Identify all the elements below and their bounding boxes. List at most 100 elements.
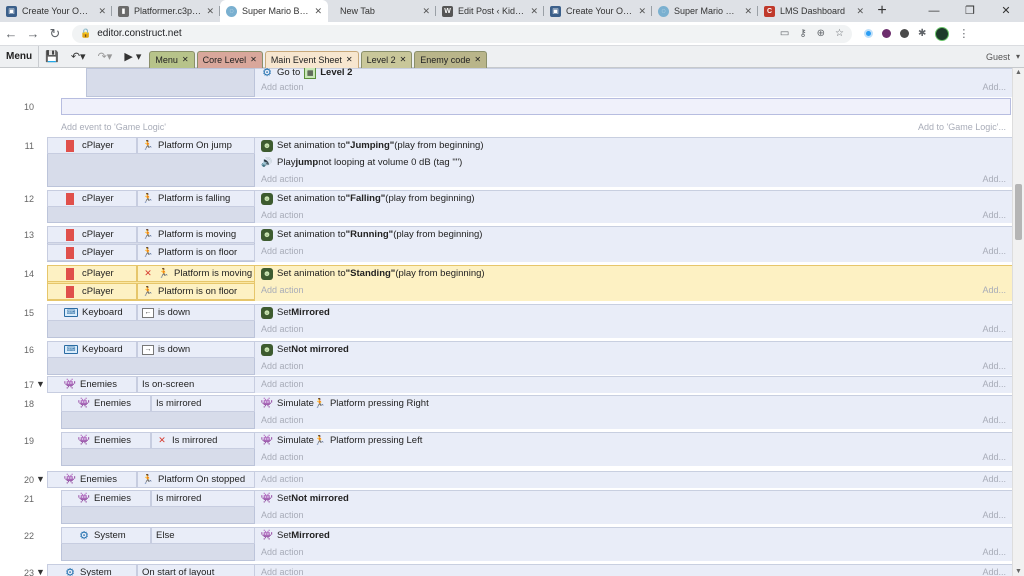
vertical-scrollbar[interactable]: ▲ ▼ xyxy=(1012,68,1024,576)
close-tab-icon[interactable]: ✕ xyxy=(856,6,864,17)
condition-text[interactable]: 🏃 Platform On stopped xyxy=(137,471,255,488)
collapse-triangle-icon[interactable]: ▼ xyxy=(36,379,45,389)
add-action-link[interactable]: Add action xyxy=(261,415,304,425)
extension-icon[interactable] xyxy=(900,29,909,38)
action-line[interactable]: ☻ Set Mirrored xyxy=(261,305,330,320)
condition-object[interactable]: 👾 Enemies xyxy=(61,395,151,412)
add-action-link[interactable]: Add action xyxy=(261,82,304,92)
browser-tab[interactable]: ▮ Platformer.c3p - G ✕ xyxy=(112,0,220,22)
reload-icon[interactable]: ↻ xyxy=(44,26,66,42)
add-action-link[interactable]: Add action xyxy=(261,324,304,334)
condition-text[interactable]: Is on-screen xyxy=(137,376,255,393)
action-block[interactable] xyxy=(255,527,1012,561)
close-tab-icon[interactable]: ✕ xyxy=(422,6,430,17)
condition-text[interactable]: ✕ Is mirrored xyxy=(151,432,255,449)
browser-tab[interactable]: W Edit Post ‹ Kids Ko ✕ xyxy=(436,0,544,22)
clipboard-icon[interactable]: ▭ xyxy=(780,28,789,39)
close-tab-icon[interactable]: ✕ xyxy=(638,6,646,17)
condition-object[interactable]: cPlayer xyxy=(47,283,137,300)
close-icon[interactable]: ✕ xyxy=(346,55,353,64)
doc-tab-main-event-sheet[interactable]: Main Event Sheet ✕ xyxy=(264,50,359,68)
add-action-link[interactable]: Add action xyxy=(261,510,304,520)
condition-object[interactable]: 👾 Enemies xyxy=(61,490,151,507)
action-block[interactable] xyxy=(255,304,1012,338)
close-tab-icon[interactable]: ✕ xyxy=(206,6,214,17)
action-line[interactable]: 🔊 Play jump not looping at volume 0 dB (t… xyxy=(261,155,462,170)
close-window-icon[interactable]: ✕ xyxy=(988,0,1024,22)
add-more-link[interactable]: Add... xyxy=(982,510,1006,520)
condition-text[interactable]: On start of layout xyxy=(137,564,255,576)
condition-text[interactable]: ✕ 🏃 Platform is moving xyxy=(137,265,255,282)
add-more-link[interactable]: Add... xyxy=(982,415,1006,425)
add-action-link[interactable]: Add action xyxy=(261,210,304,220)
add-action-link[interactable]: Add action xyxy=(261,567,304,576)
condition-object[interactable]: cPlayer xyxy=(47,265,137,282)
close-tab-icon[interactable]: ✕ xyxy=(530,6,538,17)
action-line[interactable]: 👾 Simulate 🏃 Platform pressing Right xyxy=(261,396,429,411)
browser-tab[interactable]: New Tab ✕ xyxy=(328,0,436,22)
close-tab-icon[interactable]: ✕ xyxy=(314,6,322,17)
condition-object[interactable]: 👾 Enemies xyxy=(61,432,151,449)
add-action-link[interactable]: Add action xyxy=(261,379,304,389)
event-sheet[interactable]: ⚙ Go to ▦ Level 2 Add action Add... 10 A… xyxy=(0,68,1012,576)
action-line[interactable]: ☻ Set animation to "Jumping" (play from b… xyxy=(261,138,484,153)
guest-label[interactable]: Guest xyxy=(986,52,1010,62)
action-block[interactable] xyxy=(255,341,1012,375)
add-more-link[interactable]: Add... xyxy=(982,210,1006,220)
doc-tab-core-level[interactable]: Core Level ✕ xyxy=(196,50,263,68)
condition-object[interactable]: cPlayer xyxy=(47,137,137,154)
condition-text[interactable]: 🏃 Platform is on floor xyxy=(137,283,255,300)
add-to-group-link[interactable]: Add to 'Game Logic'... xyxy=(918,122,1006,132)
add-more-link[interactable]: Add... xyxy=(982,285,1006,295)
close-icon[interactable]: ✕ xyxy=(182,55,189,64)
condition-text[interactable]: 🏃 Platform is falling xyxy=(137,190,255,207)
condition-object[interactable]: ⚙ System xyxy=(47,564,137,576)
empty-event-row[interactable] xyxy=(61,98,1011,115)
add-action-link[interactable]: Add action xyxy=(261,285,304,295)
menu-button[interactable]: Menu xyxy=(0,45,40,68)
action-block[interactable] xyxy=(255,68,1012,97)
condition-block[interactable] xyxy=(86,68,255,97)
browser-tab[interactable]: ◌ Super Mario Bros ✕ xyxy=(652,0,758,22)
add-more-link[interactable]: Add... xyxy=(982,361,1006,371)
add-action-link[interactable]: Add action xyxy=(261,246,304,256)
new-tab-button[interactable]: + xyxy=(870,0,894,22)
redo-icon[interactable]: ↷▾ xyxy=(92,50,119,63)
back-icon[interactable]: ← xyxy=(0,26,22,41)
browser-tab[interactable]: ▣ Create Your Own G ✕ xyxy=(544,0,652,22)
add-action-link[interactable]: Add action xyxy=(261,452,304,462)
add-more-link[interactable]: Add... xyxy=(982,379,1006,389)
condition-object[interactable]: ⌨ Keyboard xyxy=(47,341,137,358)
close-icon[interactable]: ✕ xyxy=(250,55,257,64)
zoom-icon[interactable]: ⊕ xyxy=(817,28,825,39)
condition-text[interactable]: 🏃 Platform On jump xyxy=(137,137,255,154)
doc-tab-menu[interactable]: Menu ✕ xyxy=(149,50,195,68)
collapse-triangle-icon[interactable]: ▼ xyxy=(36,567,45,576)
action-line[interactable]: ☻ Set animation to "Standing" (play from … xyxy=(261,266,485,281)
action-line[interactable]: ⚙ Go to ▦ Level 2 xyxy=(261,68,352,80)
condition-text[interactable]: Is mirrored xyxy=(151,395,255,412)
save-icon[interactable]: 💾 xyxy=(39,50,65,63)
condition-object[interactable]: ⚙ System xyxy=(61,527,151,544)
add-more-link[interactable]: Add... xyxy=(982,452,1006,462)
extension-icon[interactable] xyxy=(864,29,873,38)
extension-icon[interactable] xyxy=(882,29,891,38)
chevron-down-icon[interactable]: ▾ xyxy=(1016,52,1020,61)
condition-object[interactable]: ⌨ Keyboard xyxy=(47,304,137,321)
add-action-link[interactable]: Add action xyxy=(261,361,304,371)
profile-avatar[interactable] xyxy=(935,26,950,41)
close-icon[interactable]: ✕ xyxy=(400,55,407,64)
add-more-link[interactable]: Add... xyxy=(982,82,1006,92)
add-action-link[interactable]: Add action xyxy=(261,547,304,557)
scroll-up-icon[interactable]: ▲ xyxy=(1015,69,1022,76)
condition-object[interactable]: cPlayer xyxy=(47,226,137,243)
action-line[interactable]: 👾 Set Mirrored xyxy=(261,528,330,543)
bookmark-star-icon[interactable]: ☆ xyxy=(835,28,844,39)
condition-text[interactable]: Else xyxy=(151,527,255,544)
doc-tab-enemy-code[interactable]: Enemy code ✕ xyxy=(414,50,488,68)
undo-icon[interactable]: ↶▾ xyxy=(65,50,92,63)
add-action-link[interactable]: Add action xyxy=(261,174,304,184)
add-more-link[interactable]: Add... xyxy=(982,547,1006,557)
forward-icon[interactable]: → xyxy=(22,26,44,41)
add-action-link[interactable]: Add action xyxy=(261,474,304,484)
